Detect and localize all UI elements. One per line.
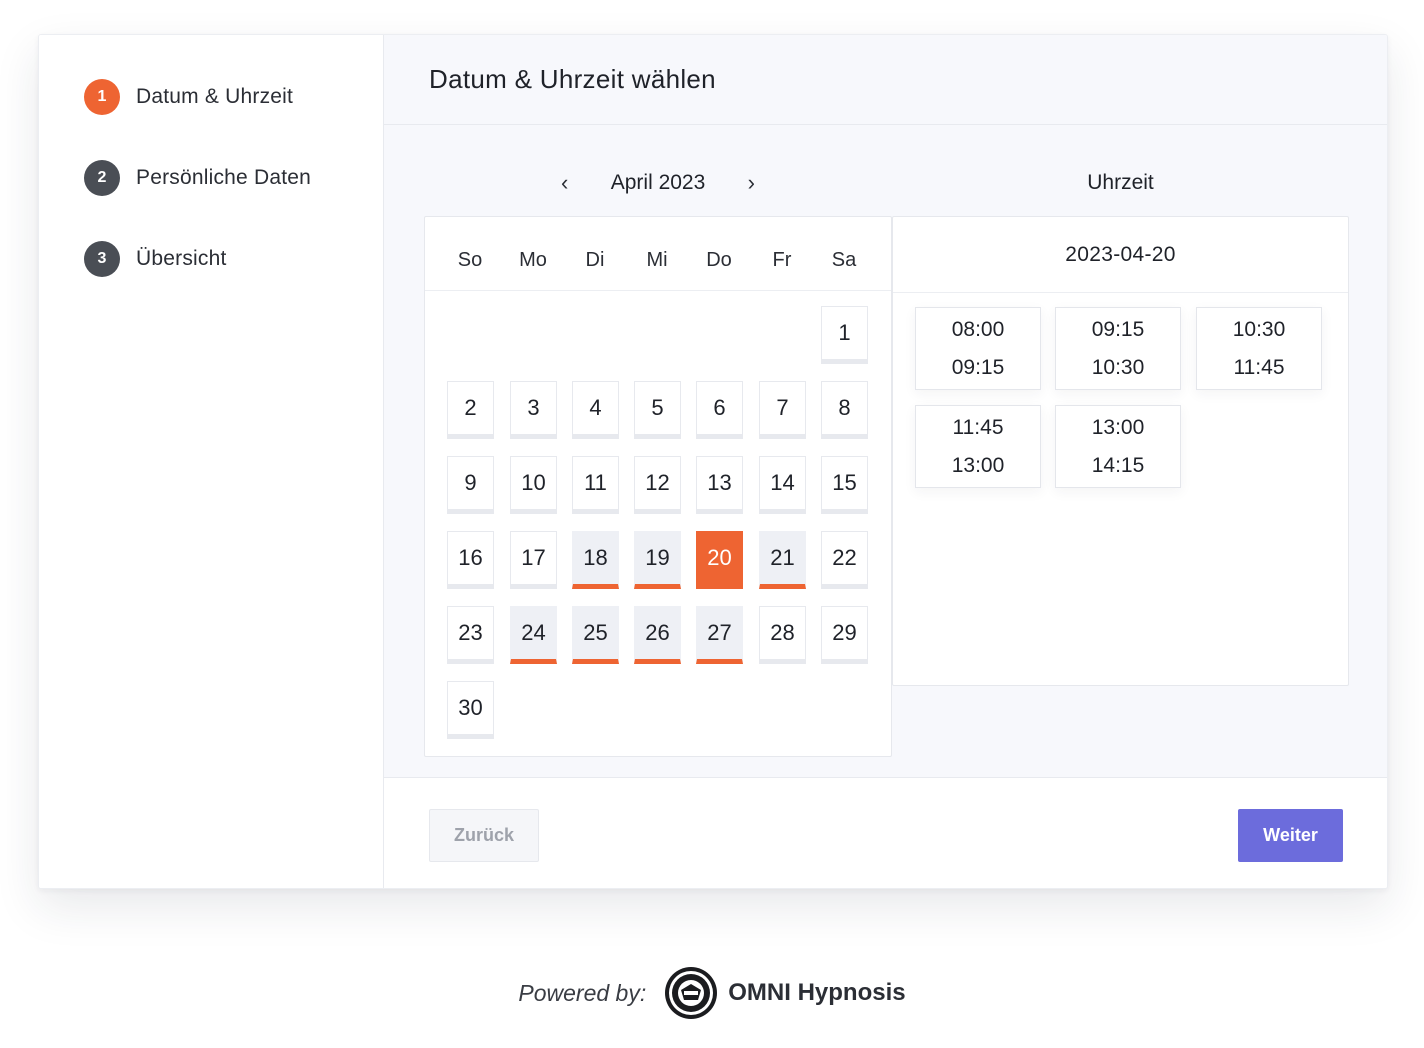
calendar-day[interactable]: 3 [510,381,557,439]
slot-end-time: 13:00 [951,453,1005,477]
calendar-day[interactable]: 22 [821,531,868,589]
calendar-day[interactable]: 29 [821,606,868,664]
weekday-label: Mo [519,249,547,271]
time-slot[interactable]: 10:30 11:45 [1196,307,1322,390]
back-button[interactable]: Zurück [429,809,539,862]
calendar-day[interactable]: 24 [510,606,557,664]
calendar-day[interactable]: 28 [759,606,806,664]
step-number: 3 [84,241,120,277]
month-label: April 2023 [610,171,706,194]
calendar-day[interactable]: 30 [447,681,494,739]
main-panel: Datum & Uhrzeit wählen ‹ April 2023 › Uh… [384,35,1387,888]
steps-sidebar: 1 Datum & Uhrzeit 2 Persönliche Daten 3 … [39,35,384,888]
weekday-label: Di [585,249,605,271]
weekday-header: So Mo Di Mi Do Fr Sa [425,217,891,291]
calendar-day[interactable]: 7 [759,381,806,439]
calendar-day[interactable]: 21 [759,531,806,589]
calendar-day[interactable]: 2 [447,381,494,439]
calendar-day[interactable]: 12 [634,456,681,514]
slot-start-time: 10:30 [1232,317,1286,341]
page-header: Datum & Uhrzeit wählen [384,35,1387,125]
weekday-label: So [457,249,483,271]
step-number: 1 [84,79,120,115]
slot-start-time: 13:00 [1091,415,1145,439]
chevron-left-icon[interactable]: ‹ [547,170,583,196]
powered-by-brand: OMNI Hypnosis [728,979,906,1006]
calendar-day[interactable]: 27 [696,606,743,664]
weekday-label: Mi [646,249,668,271]
slot-start-time: 08:00 [951,317,1005,341]
step-label: Datum & Uhrzeit [136,85,294,108]
slot-end-time: 11:45 [1233,355,1285,379]
weekday-label: Sa [831,249,857,271]
time-slot[interactable]: 11:45 13:00 [915,405,1041,488]
selected-date: 2023-04-20 [893,217,1348,293]
month-navigation: ‹ April 2023 › [424,165,892,201]
powered-by: Powered by: OMNI Hypnosis [0,966,1424,1020]
next-button[interactable]: Weiter [1238,809,1343,862]
calendar-day[interactable]: 18 [572,531,619,589]
calendar-day[interactable]: 14 [759,456,806,514]
calendar-day[interactable]: 9 [447,456,494,514]
weekday-label: Do [706,249,732,271]
calendar-day[interactable]: 13 [696,456,743,514]
times-title: Uhrzeit [1087,171,1154,194]
slot-end-time: 10:30 [1091,355,1145,379]
time-slot[interactable]: 13:00 14:15 [1055,405,1181,488]
calendar-day[interactable]: 25 [572,606,619,664]
calendar-day[interactable]: 15 [821,456,868,514]
step-number: 2 [84,160,120,196]
weekday-label: Fr [772,249,792,271]
calendar-day[interactable]: 23 [447,606,494,664]
booking-card: 1 Datum & Uhrzeit 2 Persönliche Daten 3 … [38,34,1388,889]
calendar-day[interactable]: 4 [572,381,619,439]
slot-start-time: 11:45 [952,415,1004,439]
calendar-day[interactable]: 16 [447,531,494,589]
slot-end-time: 14:15 [1091,453,1145,477]
omni-seal-logo-icon [665,967,718,1019]
step-uebersicht[interactable]: 3 Übersicht [84,241,227,277]
calendar-day[interactable]: 1 [821,306,868,364]
step-persoenliche-daten[interactable]: 2 Persönliche Daten [84,160,311,196]
chevron-right-icon[interactable]: › [733,170,769,196]
calendar-day-selected[interactable]: 20 [696,531,743,589]
footer-bar: Zurück Weiter [384,777,1387,888]
calendar-day[interactable]: 5 [634,381,681,439]
calendar-day[interactable]: 6 [696,381,743,439]
time-slots-panel: 2023-04-20 08:00 09:15 09:15 10:30 10:30 11:4… [892,216,1349,686]
step-datum-uhrzeit[interactable]: 1 Datum & Uhrzeit [84,79,293,115]
time-slot[interactable]: 09:15 10:30 [1055,307,1181,390]
calendar-day[interactable]: 19 [634,531,681,589]
calendar-day[interactable]: 11 [572,456,619,514]
slot-end-time: 09:15 [951,355,1005,379]
time-slot[interactable]: 08:00 09:15 [915,307,1041,390]
powered-by-label: Powered by: [518,979,647,1006]
step-label: Persönliche Daten [136,166,311,189]
calendar-day[interactable]: 8 [821,381,868,439]
calendar-day[interactable]: 26 [634,606,681,664]
calendar-day[interactable]: 17 [510,531,557,589]
calendar-grid: So Mo Di Mi Do Fr Sa 1 2 3 4 5 6 7 8 9 10 11 12 13 14 15 16 17… [424,216,892,757]
slot-start-time: 09:15 [1091,317,1145,341]
calendar-day[interactable]: 10 [510,456,557,514]
step-label: Übersicht [136,247,227,270]
page-title: Datum & Uhrzeit wählen [429,64,716,94]
